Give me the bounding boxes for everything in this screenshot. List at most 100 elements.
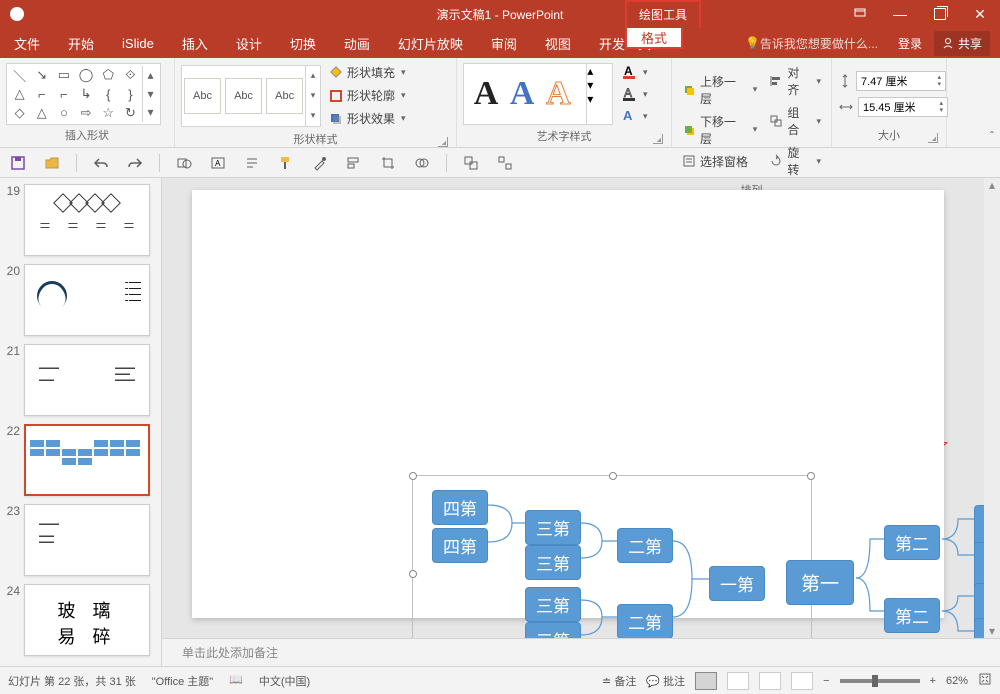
tab-design[interactable]: 设计 <box>222 28 276 58</box>
diagram-node[interactable]: 第二 <box>884 525 940 560</box>
text-effects-button[interactable]: A▾ <box>617 106 652 126</box>
shapes-gallery[interactable]: ＼↘▭◯⬠⟐ ▴▾▾ △⌐⌐↳{} ◇△○⇨☆↻ <box>6 63 161 125</box>
share-label: 共享 <box>958 35 982 52</box>
diagram-node[interactable]: 二第 <box>617 604 673 638</box>
shape-styles-dialog-icon[interactable] <box>438 137 448 147</box>
qat-paragraph-icon[interactable] <box>242 153 262 173</box>
diagram-node[interactable]: 二第 <box>617 528 673 563</box>
thumbnail-23[interactable]: 23 ▬▬▬▬▬▬▬▬▬▬ <box>4 504 157 576</box>
slideshow-view-button[interactable] <box>791 672 813 690</box>
wordart-gallery[interactable]: A A A ▴▾▾ <box>463 63 613 125</box>
sorter-view-button[interactable] <box>727 672 749 690</box>
thumbnail-19[interactable]: 19 ▬▬▬▬▬▬▬▬▬▬▬▬▬▬▬▬▬▬▬▬▬▬▬▬ <box>4 184 157 256</box>
wordart-preset-2[interactable]: A <box>510 75 535 113</box>
style-preset-1[interactable]: Abc <box>184 78 221 114</box>
thumb-num: 19 <box>4 184 24 256</box>
tab-view[interactable]: 视图 <box>531 28 585 58</box>
tab-review[interactable]: 审阅 <box>477 28 531 58</box>
wordart-dialog-icon[interactable] <box>653 134 663 144</box>
tab-animations[interactable]: 动画 <box>330 28 384 58</box>
qat-eyedropper-icon[interactable] <box>310 153 330 173</box>
rotate-button[interactable]: 旋转▾ <box>765 142 825 180</box>
notes-toggle[interactable]: ≐ 备注 <box>602 673 636 689</box>
qat-ungroup-icon[interactable] <box>495 153 515 173</box>
minimize-button[interactable]: — <box>880 0 920 28</box>
diagram-node[interactable]: 第一 <box>786 560 854 605</box>
height-input[interactable]: 7.47 厘米▴▾ <box>856 71 946 91</box>
qat-crop-icon[interactable] <box>378 153 398 173</box>
selection-pane-button[interactable]: 选择窗格 <box>678 151 761 172</box>
spellcheck-icon[interactable]: 📖 <box>229 673 243 689</box>
tab-home[interactable]: 开始 <box>54 28 108 58</box>
reading-view-button[interactable] <box>759 672 781 690</box>
zoom-in-button[interactable]: + <box>930 675 936 687</box>
slide-thumbnails-pane[interactable]: 19 ▬▬▬▬▬▬▬▬▬▬▬▬▬▬▬▬▬▬▬▬▬▬▬▬ 20 ▬ ▬▬▬▬▬ ▬… <box>0 178 162 666</box>
thumbnail-24[interactable]: 24 玻 璃 易 碎 <box>4 584 157 656</box>
diagram-node[interactable]: 第二 <box>884 598 940 633</box>
signin-link[interactable]: 登录 <box>898 35 922 52</box>
tab-insert[interactable]: 插入 <box>168 28 222 58</box>
open-icon[interactable] <box>42 153 62 173</box>
shape-fill-button[interactable]: 形状填充▾ <box>325 62 410 83</box>
redo-icon[interactable] <box>125 153 145 173</box>
qat-group-icon[interactable] <box>461 153 481 173</box>
fit-to-window-button[interactable] <box>978 672 992 689</box>
qat-format-painter-icon[interactable] <box>276 153 296 173</box>
tab-slideshow[interactable]: 幻灯片放映 <box>384 28 477 58</box>
style-preset-2[interactable]: Abc <box>225 78 262 114</box>
tab-islide[interactable]: iSlide <box>108 28 168 58</box>
shape-style-gallery[interactable]: Abc Abc Abc ▴▾▾ <box>181 65 321 127</box>
share-button[interactable]: 共享 <box>934 31 990 56</box>
vertical-scrollbar[interactable]: ▴ ▾ <box>984 178 1000 638</box>
align-button[interactable]: 对齐▾ <box>765 62 825 100</box>
width-input[interactable]: 15.45 厘米▴▾ <box>858 97 948 117</box>
qat-merge-icon[interactable] <box>412 153 432 173</box>
diagram-node[interactable]: 三第 <box>525 545 581 580</box>
size-dialog-icon[interactable] <box>928 133 938 143</box>
ribbon-options-icon[interactable] <box>840 0 880 28</box>
save-icon[interactable] <box>8 153 28 173</box>
text-outline-button[interactable]: A▾ <box>617 84 652 104</box>
qat-textbox-icon[interactable]: A <box>208 153 228 173</box>
thumb-num: 23 <box>4 504 24 576</box>
wordart-preset-1[interactable]: A <box>474 75 499 113</box>
collapse-ribbon-icon[interactable]: ˆ <box>990 129 994 143</box>
notes-placeholder[interactable]: 单击此处添加备注 <box>162 638 1000 666</box>
zoom-slider[interactable] <box>840 679 920 683</box>
tell-me-search[interactable]: 💡 告诉我您想要做什么... <box>745 28 878 58</box>
undo-icon[interactable] <box>91 153 111 173</box>
diagram-node[interactable]: 一第 <box>709 566 765 601</box>
qat-shapes-icon[interactable] <box>174 153 194 173</box>
diagram-node[interactable]: 三第 <box>525 510 581 545</box>
bring-forward-button[interactable]: 上移一层▾ <box>678 71 761 109</box>
normal-view-button[interactable] <box>695 672 717 690</box>
diagram-node[interactable]: 三第 <box>525 587 581 622</box>
tab-file[interactable]: 文件 <box>0 28 54 58</box>
tab-strip: 文件 开始 iSlide 插入 设计 切换 动画 幻灯片放映 审阅 视图 开发工… <box>0 28 1000 58</box>
qat-align-icon[interactable] <box>344 153 364 173</box>
zoom-out-button[interactable]: − <box>823 675 829 687</box>
group-size: 7.47 厘米▴▾ 15.45 厘米▴▾ 大小 <box>832 58 947 147</box>
language-indicator[interactable]: 中文(中国) <box>259 673 310 689</box>
tab-format[interactable]: 格式 <box>625 28 683 49</box>
diagram-node[interactable]: 三第 <box>525 622 581 638</box>
restore-button[interactable] <box>920 0 960 28</box>
autosave-icon[interactable] <box>10 7 24 21</box>
slide-canvas[interactable]: 不再是SmartArt图形了 ↻ 四第 四第 三第 <box>162 178 1000 638</box>
thumbnail-20[interactable]: 20 ▬ ▬▬▬▬▬ ▬▬▬▬▬ ▬▬▬▬▬ ▬▬▬▬ <box>4 264 157 336</box>
group-button[interactable]: 组合▾ <box>765 102 825 140</box>
diagram-node[interactable]: 四第 <box>432 528 488 563</box>
thumbnail-22[interactable]: 22 <box>4 424 157 496</box>
text-fill-button[interactable]: A▾ <box>617 62 652 82</box>
wordart-preset-3[interactable]: A <box>546 75 571 113</box>
shape-effects-button[interactable]: 形状效果▾ <box>325 108 410 129</box>
diagram-node[interactable]: 四第 <box>432 490 488 525</box>
style-preset-3[interactable]: Abc <box>266 78 303 114</box>
close-button[interactable]: ✕ <box>960 0 1000 28</box>
zoom-level[interactable]: 62% <box>946 675 968 687</box>
tab-transitions[interactable]: 切换 <box>276 28 330 58</box>
comments-toggle[interactable]: 💬 批注 <box>646 673 685 689</box>
send-backward-button[interactable]: 下移一层▾ <box>678 111 761 149</box>
shape-outline-button[interactable]: 形状轮廓▾ <box>325 85 410 106</box>
thumbnail-21[interactable]: 21 ▬▬▬▬▬▬▬▬▬▬▬▬▬▬▬▬▬▬ <box>4 344 157 416</box>
